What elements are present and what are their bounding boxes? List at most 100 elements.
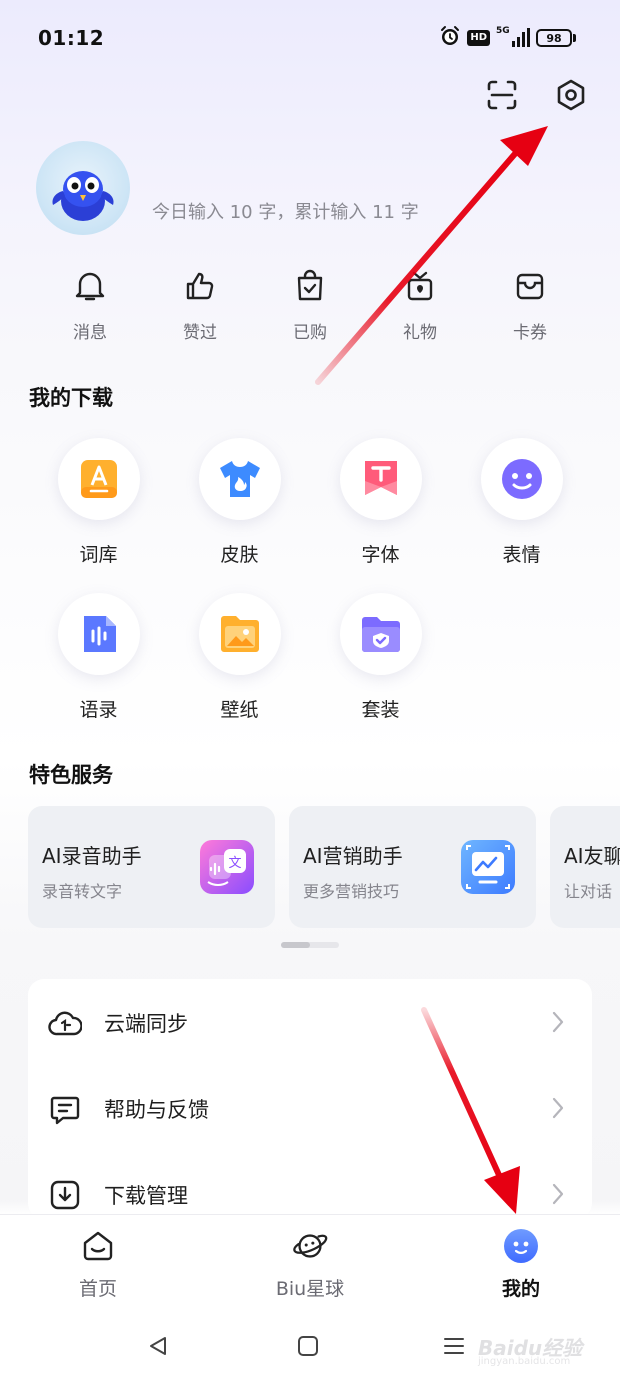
watermark-url: jingyan.baidu.com (478, 1356, 571, 1367)
download-item-label: 表情 (502, 544, 541, 566)
chevron-right-icon (552, 1011, 564, 1037)
chevron-right-icon (552, 1183, 564, 1209)
alarm-icon (439, 25, 461, 51)
download-item-lexicon[interactable]: 词库 (28, 438, 169, 567)
tab-label: 首页 (78, 1278, 117, 1300)
status-bar: 01:12 HD 5G 98 (0, 20, 620, 56)
service-card-ai-marketing[interactable]: AI营销助手 更多营销技巧 (289, 806, 536, 928)
bird-mascot-icon (52, 171, 114, 221)
mine-avatar-icon (502, 1227, 540, 1265)
lexicon-icon (57, 438, 140, 520)
font-icon (339, 438, 422, 520)
carousel-scroll-thumb (281, 942, 310, 948)
tab-label: 我的 (501, 1278, 540, 1300)
download-item-label: 皮肤 (220, 544, 259, 566)
wallpaper-icon (198, 593, 281, 675)
carousel-scroll-indicator (281, 942, 339, 948)
ai-chart-screen-icon (461, 840, 515, 894)
download-item-font[interactable]: 字体 (310, 438, 451, 567)
tab-home[interactable]: 首页 (38, 1227, 158, 1301)
cloud-sync-icon (48, 1006, 82, 1040)
download-icon (48, 1178, 82, 1212)
planet-icon (291, 1227, 329, 1265)
quick-actions: 消息 赞过 已购 礼物 卡券 (35, 268, 585, 348)
quick-item-messages[interactable]: 消息 (35, 268, 145, 348)
home-icon (79, 1227, 117, 1265)
tab-biu-planet[interactable]: Biu星球 (250, 1227, 370, 1301)
service-card-ai-recorder[interactable]: AI录音助手 录音转文字 文 (28, 806, 275, 928)
quick-item-label: 已购 (293, 323, 327, 343)
tab-label: Biu星球 (275, 1278, 345, 1300)
service-card-ai-chat[interactable]: AI友聊 让对话 (550, 806, 620, 928)
baidu-watermark: Baidu经验 jingyan.baidu.com (472, 1330, 592, 1370)
service-card-title: AI录音助手 (42, 844, 142, 868)
battery-indicator: 98 (536, 29, 576, 47)
quick-item-liked[interactable]: 赞过 (145, 268, 255, 348)
shopping-bag-icon (292, 268, 328, 304)
service-card-subtitle: 让对话 (564, 882, 613, 901)
quick-item-purchased[interactable]: 已购 (255, 268, 365, 348)
download-item-label: 语录 (79, 699, 118, 721)
menu-item-label: 下载管理 (104, 1184, 188, 1208)
quick-item-label: 卡券 (513, 323, 547, 343)
download-item-label: 词库 (79, 544, 118, 566)
service-card-title: AI营销助手 (303, 844, 403, 868)
suite-folder-icon (339, 593, 422, 675)
services-carousel[interactable]: AI录音助手 录音转文字 文 AI营销助手 更多营销技巧 AI友聊 让对话 (28, 806, 620, 930)
battery-level: 98 (536, 29, 572, 47)
service-card-subtitle: 录音转文字 (42, 882, 123, 901)
tshirt-icon (198, 438, 281, 520)
download-item-emoji[interactable]: 表情 (451, 438, 592, 567)
battery-tip (573, 34, 576, 42)
emoji-icon (480, 438, 563, 520)
menu-lines-icon (443, 1335, 465, 1361)
chevron-right-icon (552, 1097, 564, 1123)
feedback-icon (48, 1092, 82, 1126)
quick-item-label: 礼物 (403, 323, 437, 343)
download-item-label: 字体 (361, 544, 400, 566)
settings-menu: 云端同步 帮助与反馈 下载管理 (28, 979, 592, 1219)
hd-badge: HD (467, 30, 490, 46)
quick-item-label: 消息 (73, 323, 107, 343)
svg-text:文: 文 (228, 856, 241, 871)
nav-recents-button[interactable] (434, 1328, 474, 1368)
menu-item-label: 云端同步 (104, 1012, 188, 1036)
signal-icon: 5G (496, 26, 530, 49)
gift-icon (402, 268, 438, 304)
quick-item-label: 赞过 (183, 323, 217, 343)
download-item-quotes[interactable]: 语录 (28, 593, 169, 722)
bottom-tab-bar: 首页 Biu星球 我的 (0, 1214, 620, 1308)
settings-button[interactable] (552, 78, 590, 116)
download-item-label: 套装 (361, 699, 400, 721)
bell-icon (72, 268, 108, 304)
status-icons: HD 5G 98 (439, 24, 576, 52)
download-item-label: 壁纸 (220, 699, 259, 721)
scan-button[interactable] (483, 78, 521, 116)
menu-item-help-feedback[interactable]: 帮助与反馈 (28, 1065, 592, 1151)
quote-icon (57, 593, 140, 675)
scan-icon (485, 78, 519, 116)
settings-hexagon-icon (554, 78, 588, 116)
quick-item-coupons[interactable]: 卡券 (475, 268, 585, 348)
ai-translate-icon: 文 (200, 840, 254, 894)
menu-item-label: 帮助与反馈 (104, 1098, 209, 1122)
avatar[interactable] (36, 141, 130, 235)
download-item-suite[interactable]: 套装 (310, 593, 451, 722)
downloads-title: 我的下载 (29, 386, 113, 410)
menu-item-cloud-sync[interactable]: 云端同步 (28, 979, 592, 1065)
tab-mine[interactable]: 我的 (461, 1227, 581, 1301)
service-card-subtitle: 更多营销技巧 (303, 882, 400, 901)
nav-home-button[interactable] (288, 1328, 328, 1368)
service-card-title: AI友聊 (564, 844, 620, 868)
quick-item-gifts[interactable]: 礼物 (365, 268, 475, 348)
download-item-wallpaper[interactable]: 壁纸 (169, 593, 310, 722)
home-square-icon (297, 1335, 319, 1361)
input-stats: 今日输入 10 字，累计输入 11 字 (152, 202, 419, 223)
download-item-skin[interactable]: 皮肤 (169, 438, 310, 567)
services-title: 特色服务 (29, 763, 113, 787)
nav-back-button[interactable] (138, 1328, 178, 1368)
coupon-icon (512, 268, 548, 304)
status-time: 01:12 (38, 26, 105, 50)
thumbs-up-icon (182, 268, 218, 304)
back-triangle-icon (147, 1335, 169, 1361)
